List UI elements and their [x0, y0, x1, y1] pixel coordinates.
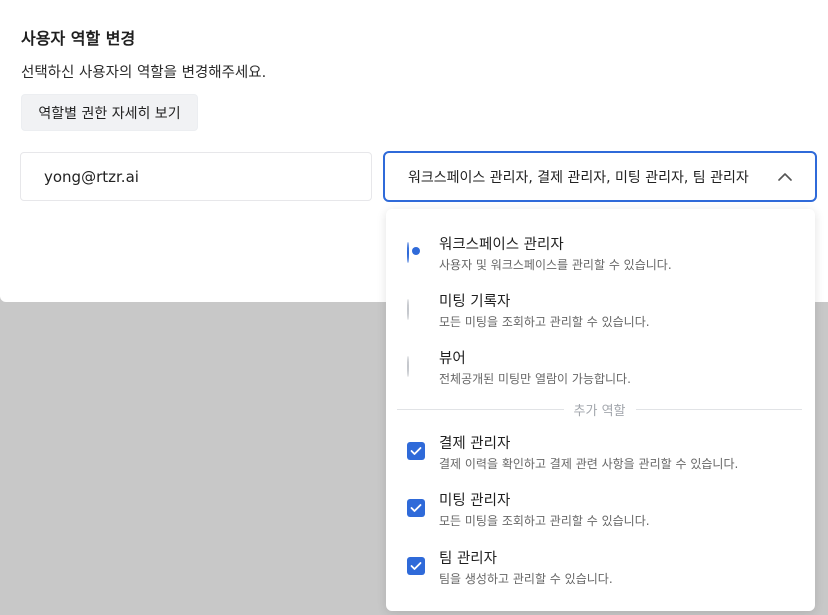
- role-option-meeting-recorder[interactable]: 미팅 기록자 모든 미팅을 조회하고 관리할 수 있습니다.: [386, 292, 815, 342]
- role-option-label: 워크스페이스 관리자: [439, 237, 564, 253]
- role-option-label: 결제 관리자: [439, 436, 511, 452]
- radio-unselected-icon[interactable]: [407, 299, 409, 320]
- dialog-subtitle: 선택하신 사용자의 역할을 변경해주세요.: [21, 65, 267, 81]
- role-option-label: 미팅 기록자: [439, 294, 511, 310]
- role-option-desc: 모든 미팅을 조회하고 관리할 수 있습니다.: [439, 315, 650, 329]
- checkbox-checked-icon[interactable]: [407, 557, 425, 575]
- role-option-label: 팀 관리자: [439, 551, 497, 567]
- role-option-desc: 팀을 생성하고 관리할 수 있습니다.: [439, 572, 613, 586]
- radio-unselected-icon[interactable]: [407, 356, 409, 377]
- role-option-desc: 모든 미팅을 조회하고 관리할 수 있습니다.: [439, 514, 650, 528]
- chevron-up-icon[interactable]: [777, 169, 793, 185]
- role-option-desc: 결제 이력을 확인하고 결제 관련 사항을 관리할 수 있습니다.: [439, 457, 739, 471]
- role-option-desc: 사용자 및 워크스페이스를 관리할 수 있습니다.: [439, 258, 672, 272]
- dialog-title: 사용자 역할 변경: [21, 29, 136, 48]
- role-option-label: 뷰어: [439, 351, 466, 367]
- role-option-workspace-admin[interactable]: 워크스페이스 관리자 사용자 및 워크스페이스를 관리할 수 있습니다.: [386, 235, 815, 285]
- checkbox-checked-icon[interactable]: [407, 442, 425, 460]
- role-permissions-detail-button[interactable]: 역할별 권한 자세히 보기: [21, 94, 198, 131]
- role-select[interactable]: 워크스페이스 관리자, 결제 관리자, 미팅 관리자, 팀 관리자: [383, 151, 817, 202]
- email-field[interactable]: [20, 152, 372, 201]
- role-select-value: 워크스페이스 관리자, 결제 관리자, 미팅 관리자, 팀 관리자: [408, 169, 749, 186]
- checkbox-checked-icon[interactable]: [407, 499, 425, 517]
- radio-selected-icon[interactable]: [407, 242, 409, 263]
- role-option-desc: 전체공개된 미팅만 열람이 가능합니다.: [439, 372, 631, 386]
- role-option-meeting-admin[interactable]: 미팅 관리자 모든 미팅을 조회하고 관리할 수 있습니다.: [386, 491, 815, 541]
- role-option-label: 미팅 관리자: [439, 493, 511, 509]
- extra-roles-divider: 추가 역할: [397, 404, 803, 419]
- role-option-viewer[interactable]: 뷰어 전체공개된 미팅만 열람이 가능합니다.: [386, 349, 815, 399]
- role-option-team-admin[interactable]: 팀 관리자 팀을 생성하고 관리할 수 있습니다.: [386, 549, 815, 599]
- role-option-billing-admin[interactable]: 결제 관리자 결제 이력을 확인하고 결제 관련 사항을 관리할 수 있습니다.: [386, 434, 815, 484]
- extra-roles-section-label: 추가 역할: [573, 404, 626, 419]
- role-dropdown-menu: 워크스페이스 관리자 사용자 및 워크스페이스를 관리할 수 있습니다. 미팅 …: [386, 209, 815, 611]
